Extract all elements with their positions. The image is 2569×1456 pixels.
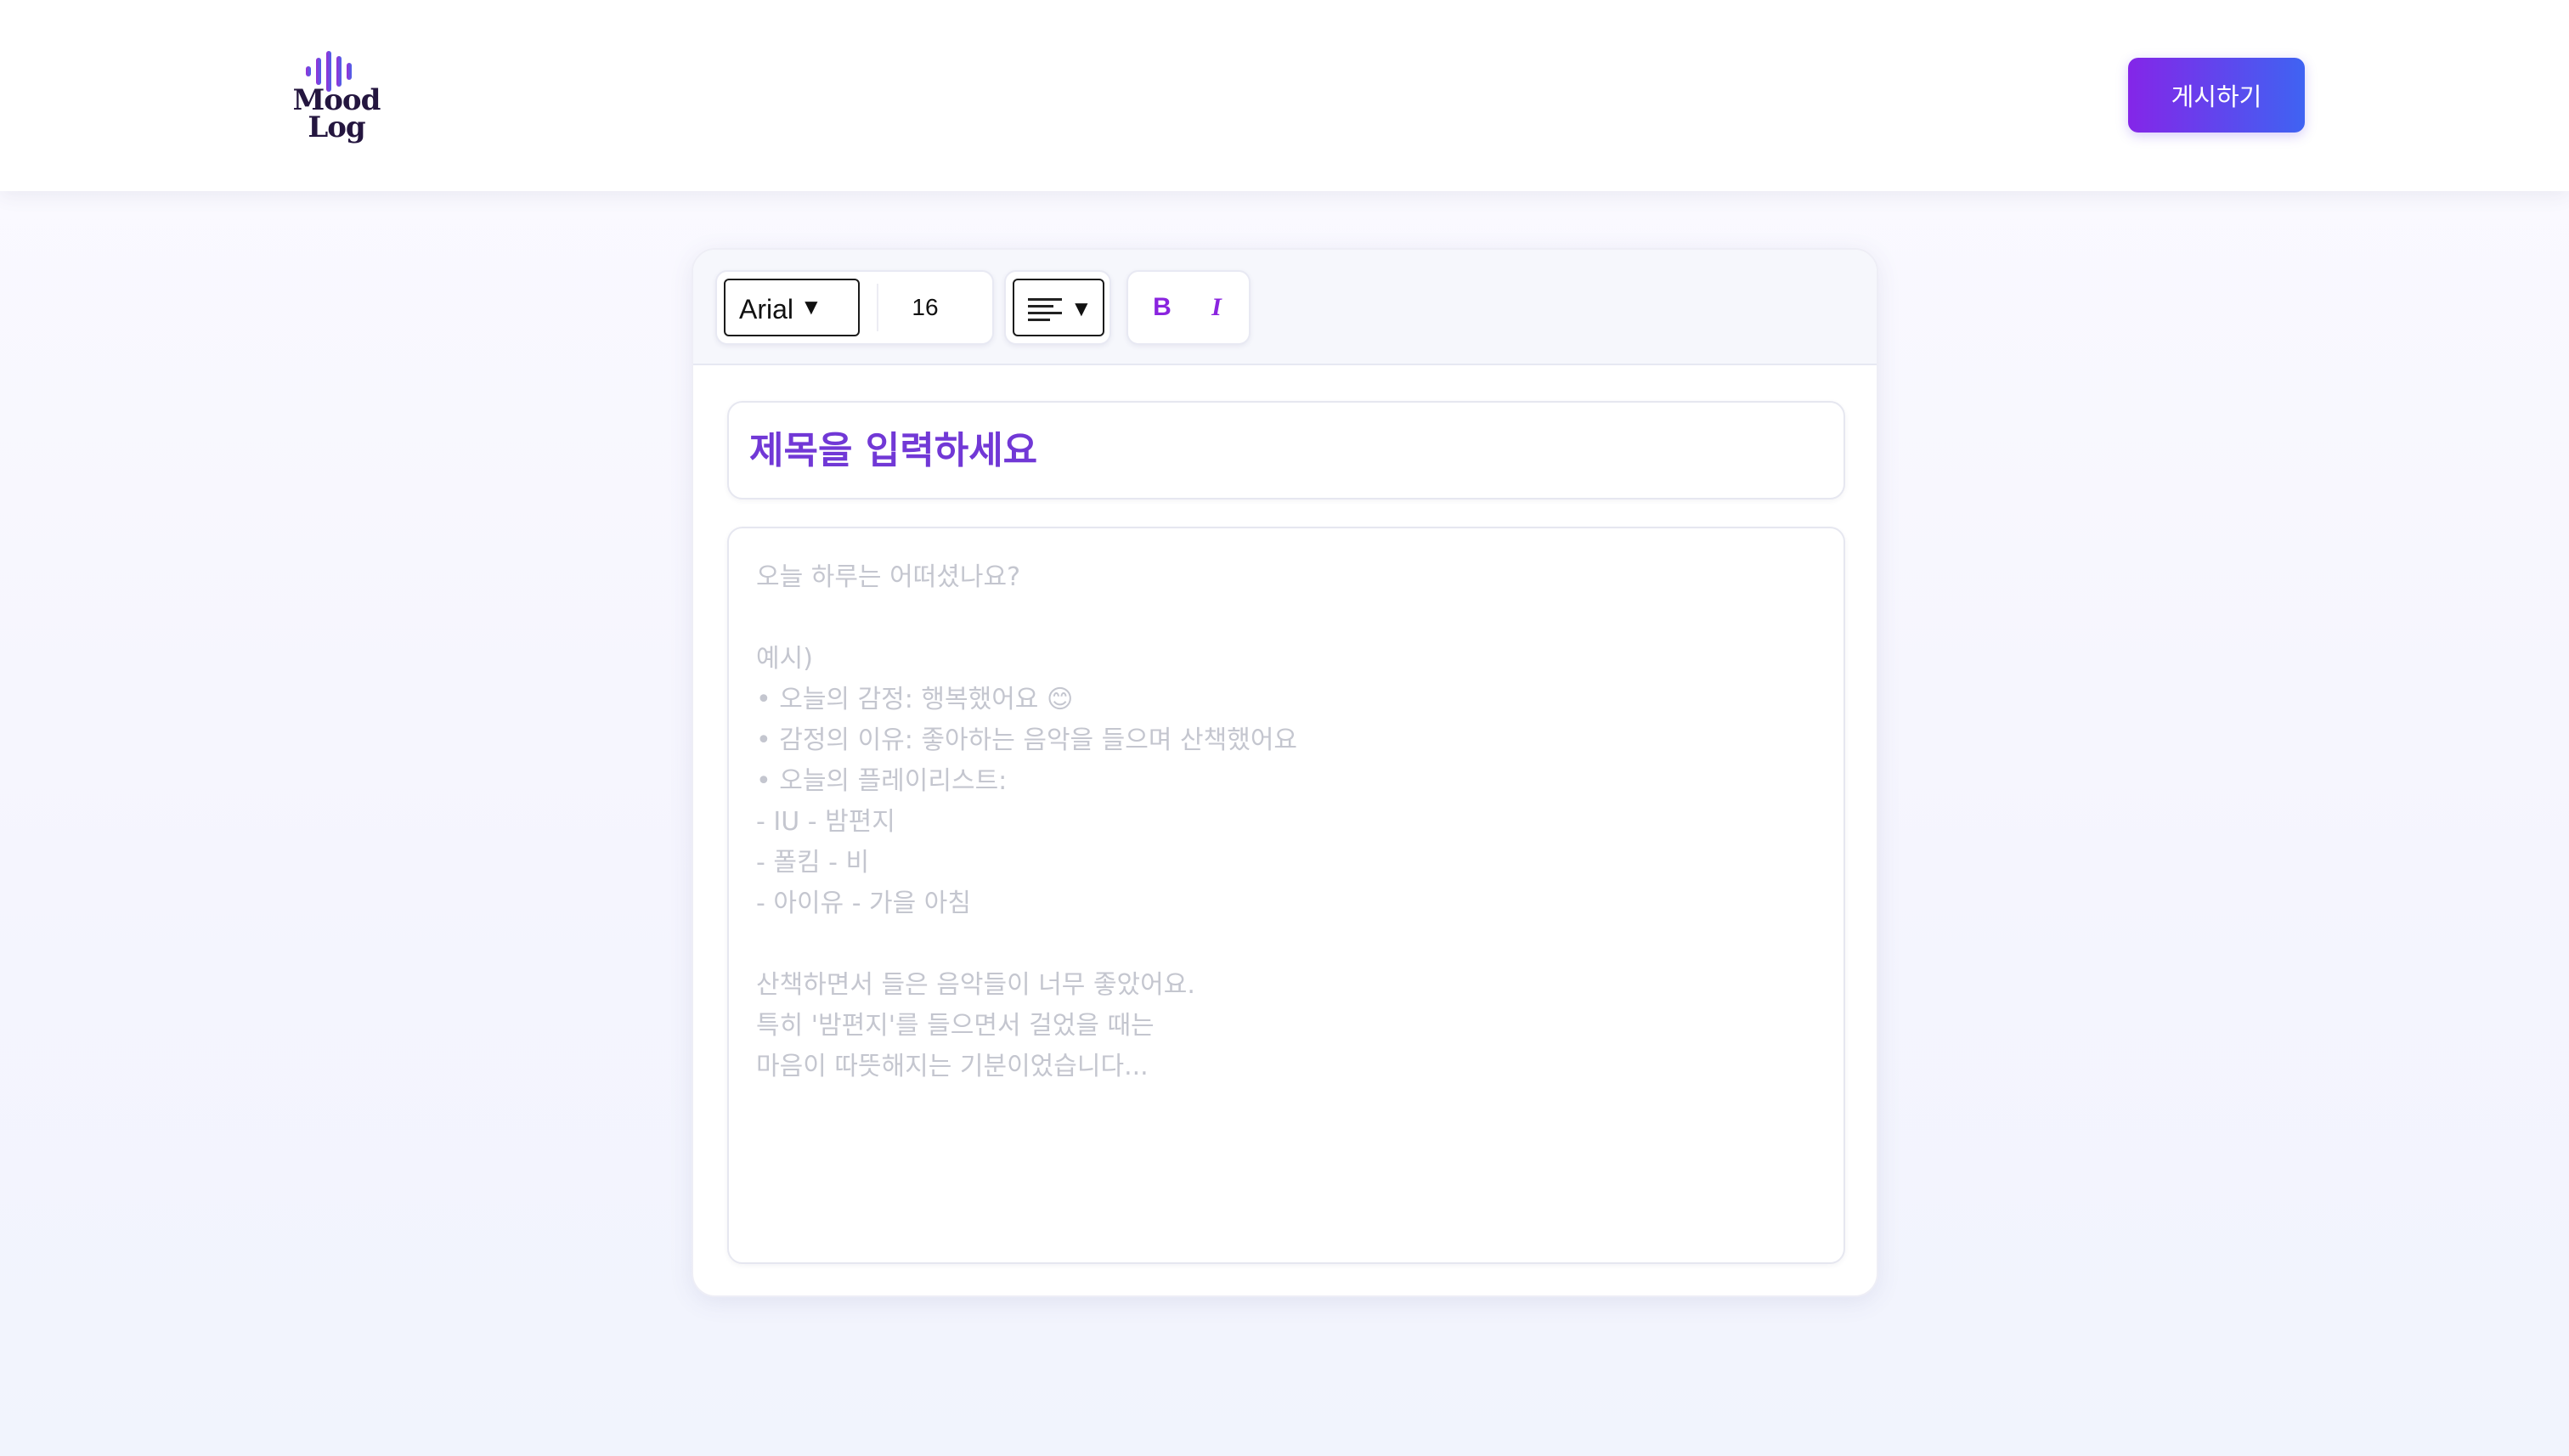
chevron-down-icon: ▼ [800, 294, 822, 319]
chevron-down-icon: ▼ [1070, 296, 1093, 321]
editor-card: Arial ▼ ▼ B I [692, 248, 1878, 1297]
italic-button[interactable]: I [1193, 284, 1240, 331]
bold-button[interactable]: B [1138, 284, 1186, 331]
font-family-value: Arial [739, 294, 794, 324]
font-family-select[interactable]: Arial ▼ [724, 279, 860, 336]
align-left-icon [1028, 298, 1062, 321]
moodlog-logo[interactable]: Mood Log [285, 42, 387, 153]
logo-line-log: Log [308, 110, 365, 144]
font-settings-group: Arial ▼ [715, 270, 994, 345]
text-align-select[interactable]: ▼ [1013, 279, 1104, 336]
content-textarea[interactable] [727, 527, 1845, 1264]
title-input[interactable] [727, 401, 1845, 499]
logo-wordmark: Mood Log [285, 86, 387, 144]
editor-toolbar: Arial ▼ ▼ B I [693, 250, 1877, 365]
text-format-group: B I [1126, 270, 1251, 345]
alignment-group: ▼ [1004, 270, 1111, 345]
toolbar-divider [877, 284, 878, 331]
app-header: Mood Log 게시하기 [0, 0, 2569, 191]
font-size-input[interactable] [887, 284, 963, 331]
publish-button[interactable]: 게시하기 [2128, 58, 2305, 133]
